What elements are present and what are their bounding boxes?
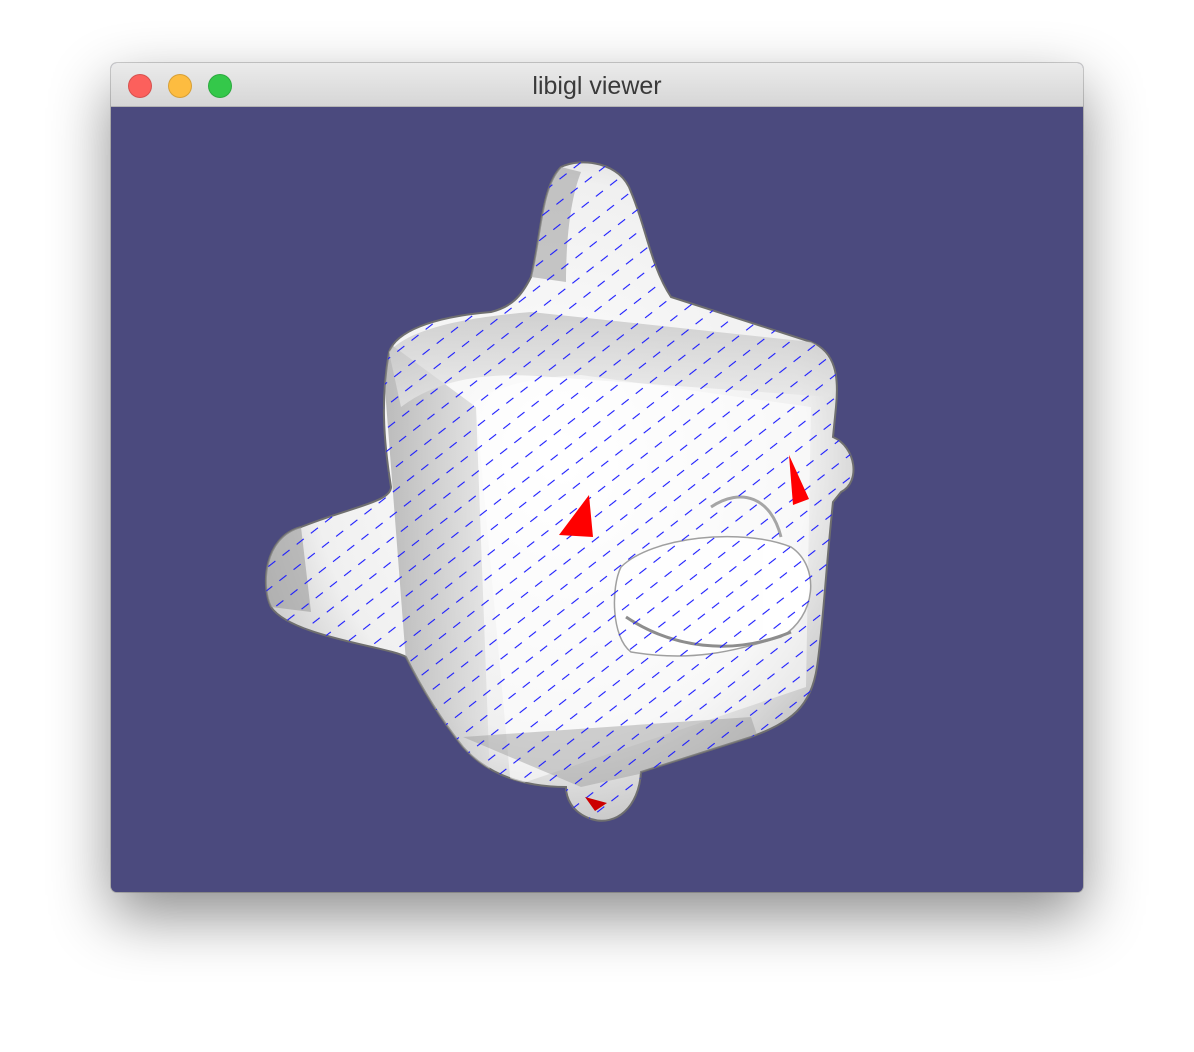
- viewer-window: libigl viewer: [111, 63, 1083, 892]
- mesh-render: [264, 161, 855, 822]
- mesh-body: [264, 161, 855, 822]
- 3d-viewport[interactable]: [111, 107, 1083, 892]
- title-bar[interactable]: libigl viewer: [111, 63, 1083, 107]
- window-title: libigl viewer: [532, 72, 662, 100]
